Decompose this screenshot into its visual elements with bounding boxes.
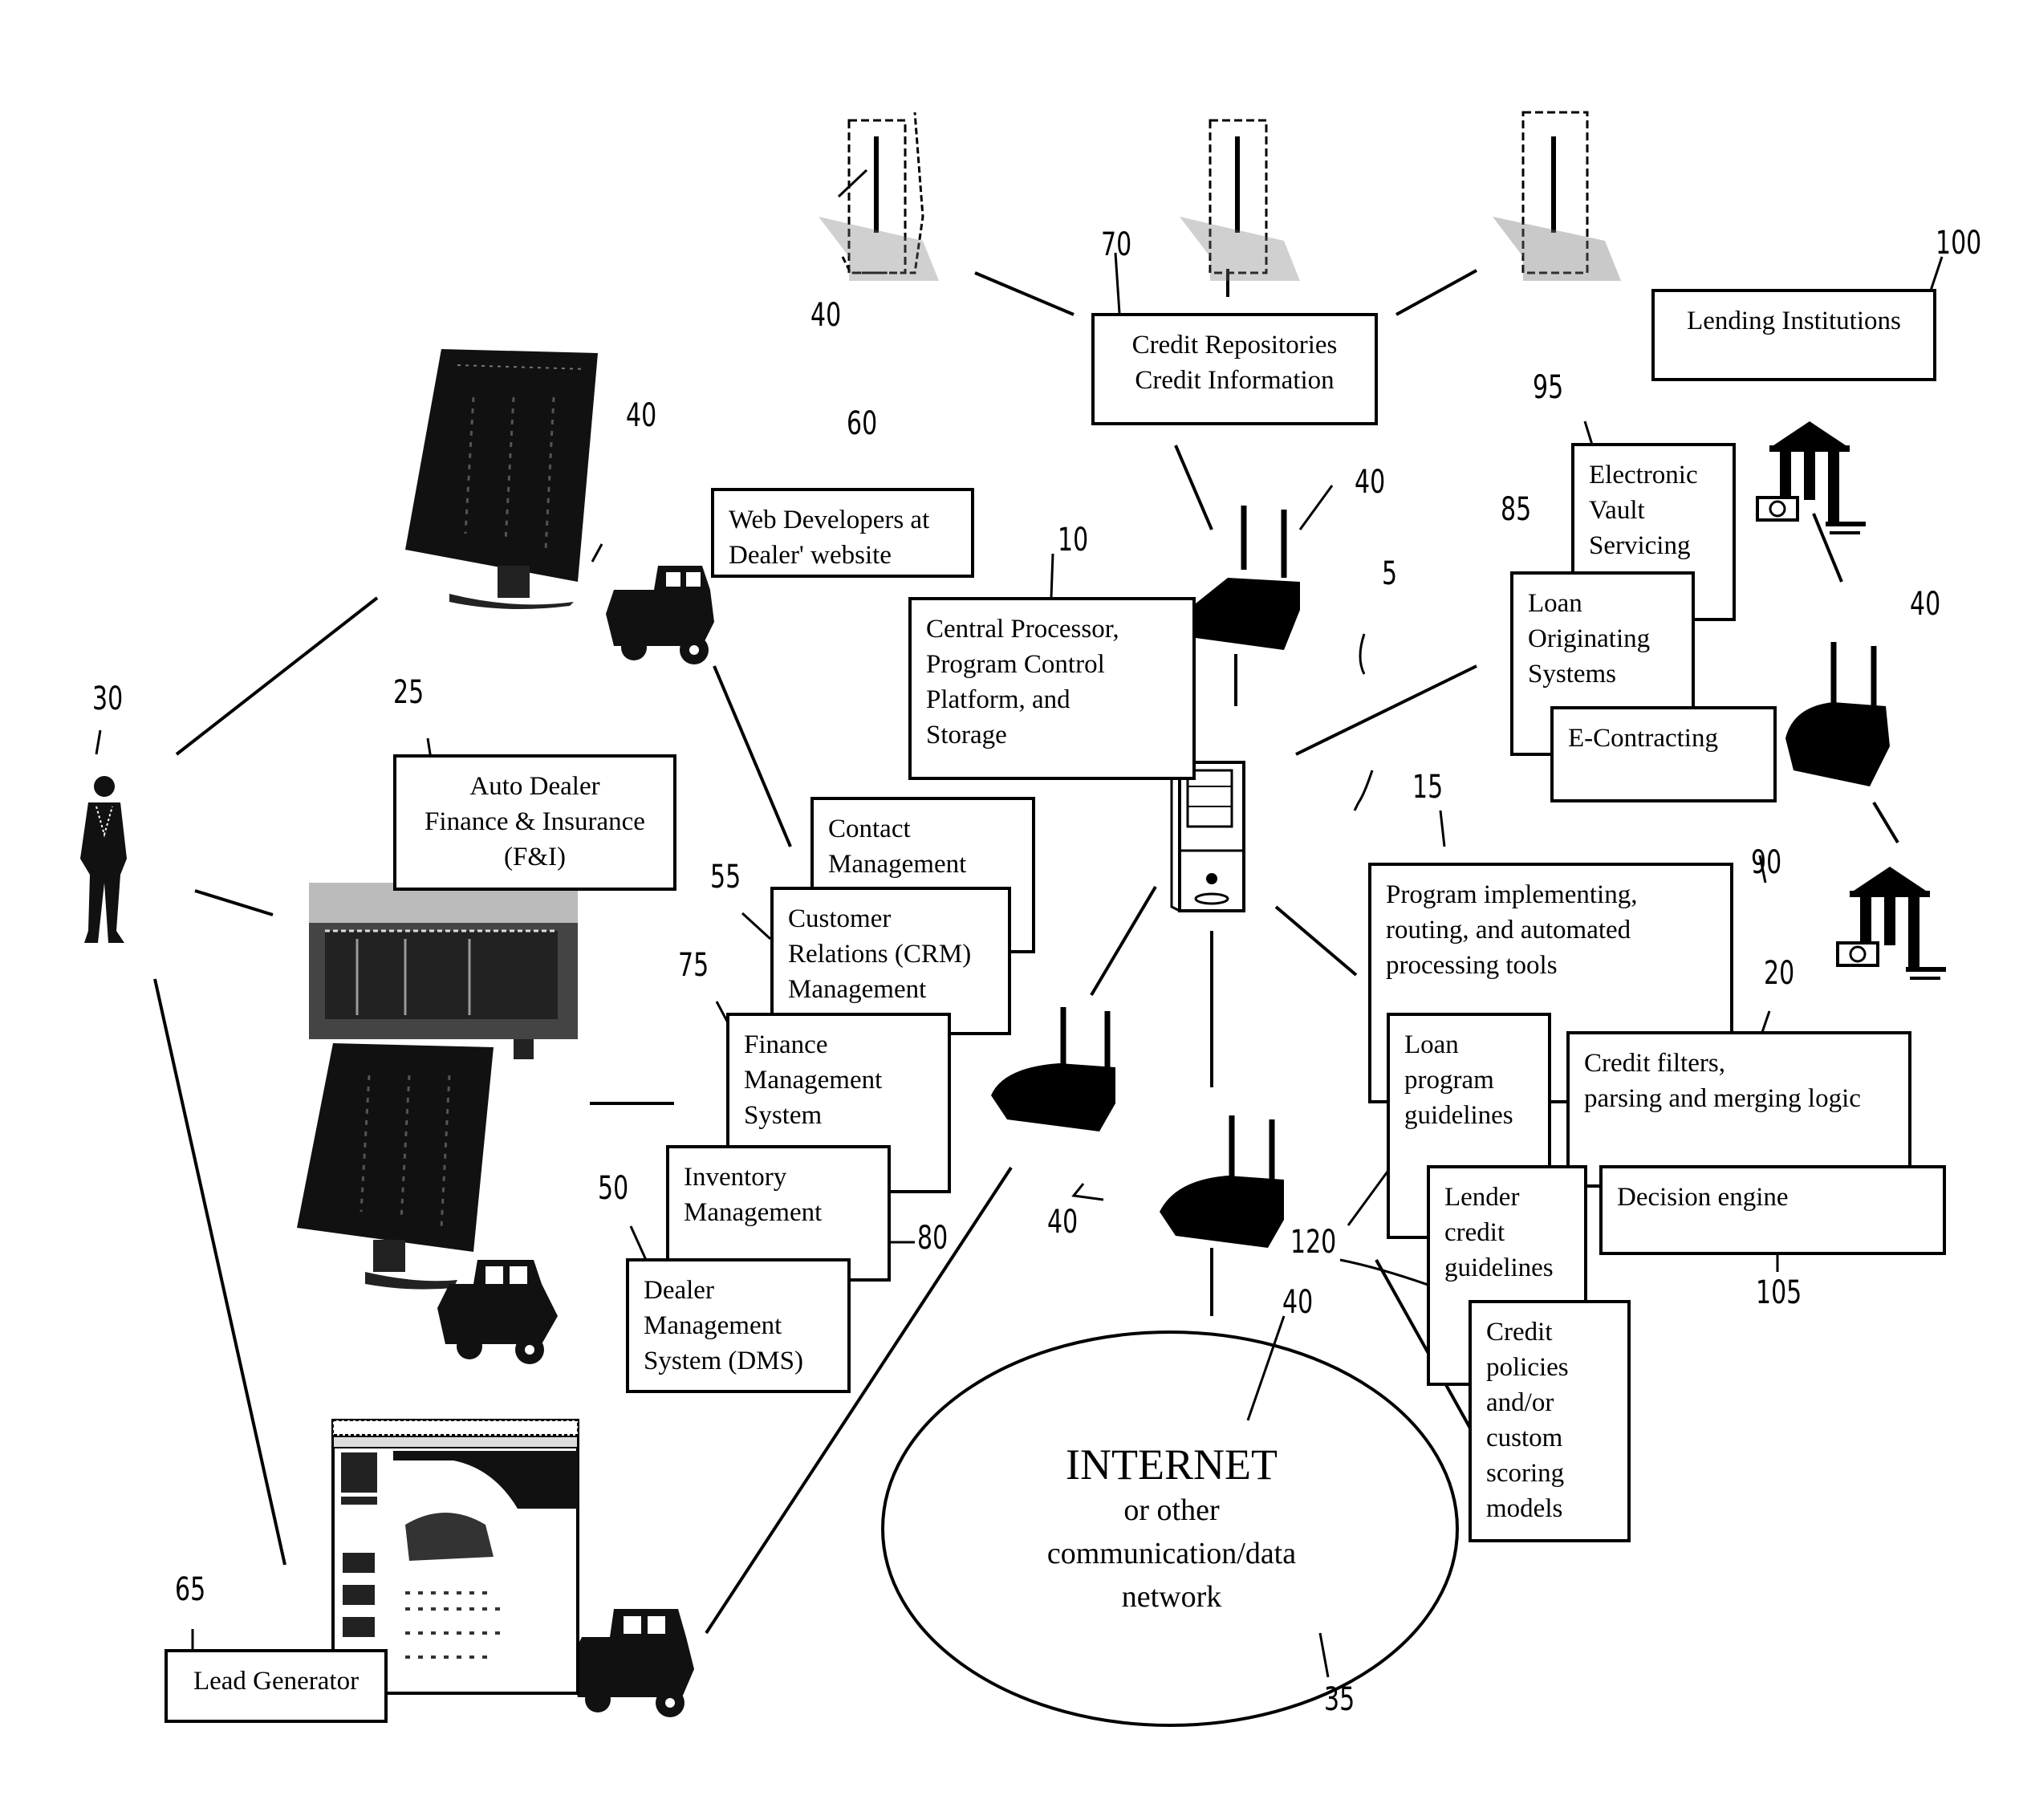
leader-line xyxy=(1071,1183,1104,1201)
e-contracting-box: E-Contracting xyxy=(1550,706,1777,802)
ref-numeral: 5 xyxy=(1382,555,1398,592)
leader-line xyxy=(1353,770,1374,811)
connector-line xyxy=(1274,905,1358,977)
ref-numeral: 100 xyxy=(1936,225,1982,262)
ref-numeral: 25 xyxy=(393,674,425,711)
connector-line xyxy=(153,978,286,1566)
ref-numeral: 40 xyxy=(810,297,842,334)
credit-policies-box: Credit policies and/or custom scoring mo… xyxy=(1469,1300,1631,1542)
customer-person-icon xyxy=(80,776,127,943)
ref-numeral: 65 xyxy=(175,1571,206,1608)
leader-line xyxy=(1339,1258,1433,1288)
leader-line xyxy=(1318,1632,1330,1678)
dms-box: Dealer Management System (DMS) xyxy=(626,1258,851,1393)
leader-line xyxy=(1050,553,1054,599)
internet-subtitle-line: communication/data xyxy=(1046,1537,1297,1570)
ref-numeral: 40 xyxy=(1355,464,1386,501)
monitor-icon xyxy=(297,1043,494,1290)
ref-numeral: 50 xyxy=(598,1170,629,1207)
leader-line xyxy=(1298,485,1334,530)
leader-line xyxy=(1359,633,1366,675)
leader-line xyxy=(741,912,772,940)
central-processor-box: Central Processor, Program Control Platf… xyxy=(908,597,1196,780)
ref-numeral: 15 xyxy=(1412,769,1444,806)
jeep-icon xyxy=(570,1609,694,1717)
connector-line xyxy=(1395,269,1477,316)
leader-line xyxy=(591,543,603,563)
dealership-photo xyxy=(309,883,578,1059)
ref-numeral: 70 xyxy=(1101,226,1132,263)
decision-engine-box: Decision engine xyxy=(1599,1165,1946,1255)
ref-numeral: 120 xyxy=(1290,1224,1337,1261)
ref-numeral: 40 xyxy=(626,397,657,434)
leader-line xyxy=(837,169,868,198)
credit-filters-box: Credit filters, parsing and merging logi… xyxy=(1566,1031,1911,1188)
lending-institutions-box: Lending Institutions xyxy=(1651,289,1936,381)
connector-line xyxy=(1174,445,1213,530)
ref-numeral: 105 xyxy=(1756,1274,1802,1311)
connector-line xyxy=(974,271,1074,316)
leader-line xyxy=(1246,1315,1286,1421)
leader-line xyxy=(1439,810,1446,847)
internet-subtitle-line: network xyxy=(1121,1580,1222,1614)
connector-line xyxy=(175,596,379,756)
internet-subtitle-line: or other xyxy=(1123,1493,1220,1527)
bank-icon xyxy=(1756,421,1866,534)
bank-icon xyxy=(1836,867,1946,980)
ref-numeral: 40 xyxy=(1910,586,1941,623)
auto-dealer-fi-box: Auto Dealer Finance & Insurance (F&I) xyxy=(393,754,676,891)
ref-numeral: 75 xyxy=(678,947,709,984)
ref-numeral: 35 xyxy=(1324,1681,1355,1718)
central-server-icon xyxy=(1170,761,1245,912)
internet-network-label: INTERNET or other communication/data net… xyxy=(931,1440,1412,1619)
jeep-icon xyxy=(437,1260,558,1364)
lead-generator-box: Lead Generator xyxy=(165,1649,388,1723)
ref-numeral: 40 xyxy=(1282,1284,1314,1321)
wireless-router-icon xyxy=(1160,1115,1284,1248)
connector-line xyxy=(713,665,792,847)
jeep-icon xyxy=(606,566,714,664)
connector-line xyxy=(1872,801,1899,844)
ref-numeral: 55 xyxy=(710,859,741,896)
server-tower-icon xyxy=(1493,111,1621,281)
leader-line xyxy=(629,1225,648,1261)
connector-line xyxy=(1295,664,1477,756)
wireless-router-icon xyxy=(1785,642,1890,786)
ref-numeral: 95 xyxy=(1533,369,1564,406)
ref-numeral: 10 xyxy=(1058,522,1089,559)
web-developers-box: Web Developers at Dealer' website xyxy=(711,488,974,578)
connector-line xyxy=(1090,885,1157,997)
ref-numeral: 85 xyxy=(1501,491,1532,528)
server-tower-icon xyxy=(819,112,939,281)
internet-title: INTERNET xyxy=(1066,1440,1278,1489)
wireless-router-icon xyxy=(1188,506,1300,650)
ref-numeral: 30 xyxy=(92,680,124,717)
ref-numeral: 90 xyxy=(1751,844,1782,881)
monitor-icon xyxy=(405,349,598,609)
ref-numeral: 40 xyxy=(1047,1204,1079,1241)
leader-line xyxy=(95,729,102,755)
server-tower-icon xyxy=(1180,119,1300,281)
leader-line xyxy=(1928,256,1944,294)
credit-repositories-box: Credit Repositories Credit Information xyxy=(1091,313,1378,425)
ref-numeral: 20 xyxy=(1764,955,1795,992)
ref-numeral: 60 xyxy=(847,405,878,442)
connector-line xyxy=(194,889,274,916)
ref-numeral: 80 xyxy=(917,1220,949,1257)
